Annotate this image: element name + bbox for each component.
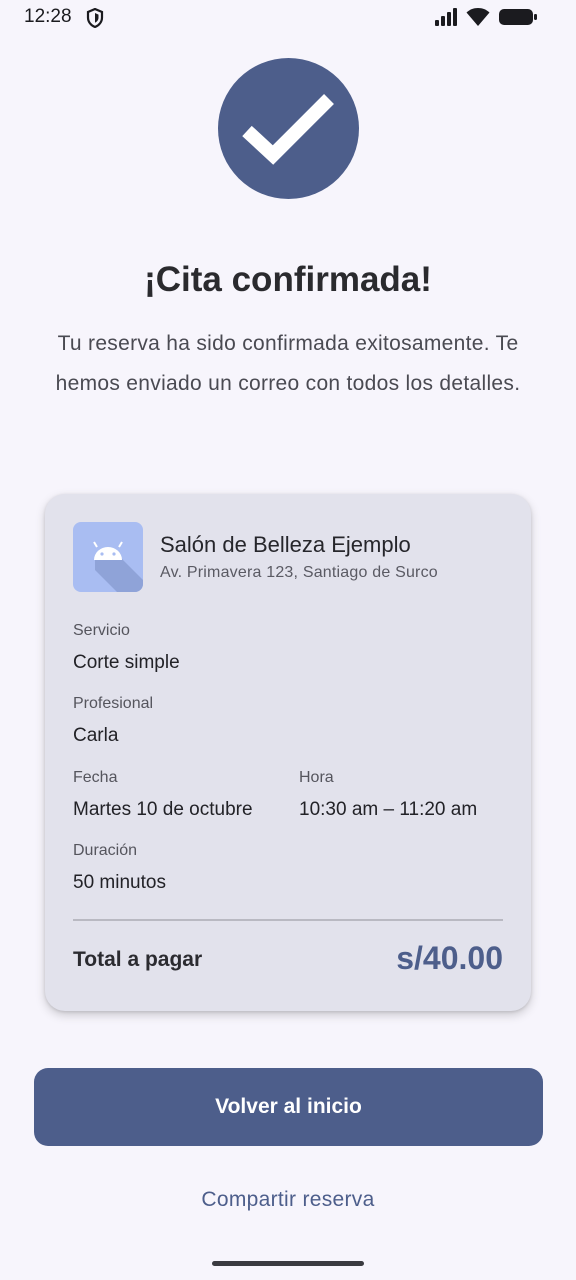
booking-summary-card: Salón de Belleza Ejemplo Av. Primavera 1… <box>45 494 531 1011</box>
share-booking-button[interactable]: Compartir reserva <box>0 1188 576 1212</box>
success-badge <box>218 58 359 199</box>
salon-address: Av. Primavera 123, Santiago de Surco <box>160 564 438 581</box>
duration-value: 50 minutos <box>73 872 166 893</box>
android-icon <box>93 541 143 592</box>
signal-icon <box>435 8 457 26</box>
shield-icon <box>86 8 104 28</box>
service-value: Corte simple <box>73 652 180 673</box>
home-indicator[interactable] <box>212 1261 364 1266</box>
duration-label: Duración <box>73 842 138 859</box>
professional-label: Profesional <box>73 695 154 712</box>
status-time: 12:28 <box>24 6 72 27</box>
service-label: Servicio <box>73 622 130 639</box>
time-value: 10:30 am – 11:20 am <box>299 799 478 820</box>
professional-value: Carla <box>73 725 119 746</box>
confirmation-message: Tu reserva ha sido confirmada exitosamen… <box>55 332 521 395</box>
date-value: Martes 10 de octubre <box>73 799 253 820</box>
total-label: Total a pagar <box>73 948 203 971</box>
divider <box>73 919 503 921</box>
status-bar: 12:28 <box>0 0 576 34</box>
date-label: Fecha <box>73 769 118 786</box>
salon-logo <box>73 522 143 592</box>
status-icons <box>434 7 538 27</box>
total-amount: s/40.00 <box>396 940 503 976</box>
salon-name: Salón de Belleza Ejemplo <box>160 532 411 557</box>
time-label: Hora <box>299 769 334 786</box>
checkmark-icon <box>241 93 334 165</box>
page-title: ¡Cita confirmada! <box>144 260 432 299</box>
wifi-icon <box>466 8 490 26</box>
battery-icon <box>499 9 537 25</box>
back-home-button[interactable]: Volver al inicio <box>34 1068 543 1146</box>
